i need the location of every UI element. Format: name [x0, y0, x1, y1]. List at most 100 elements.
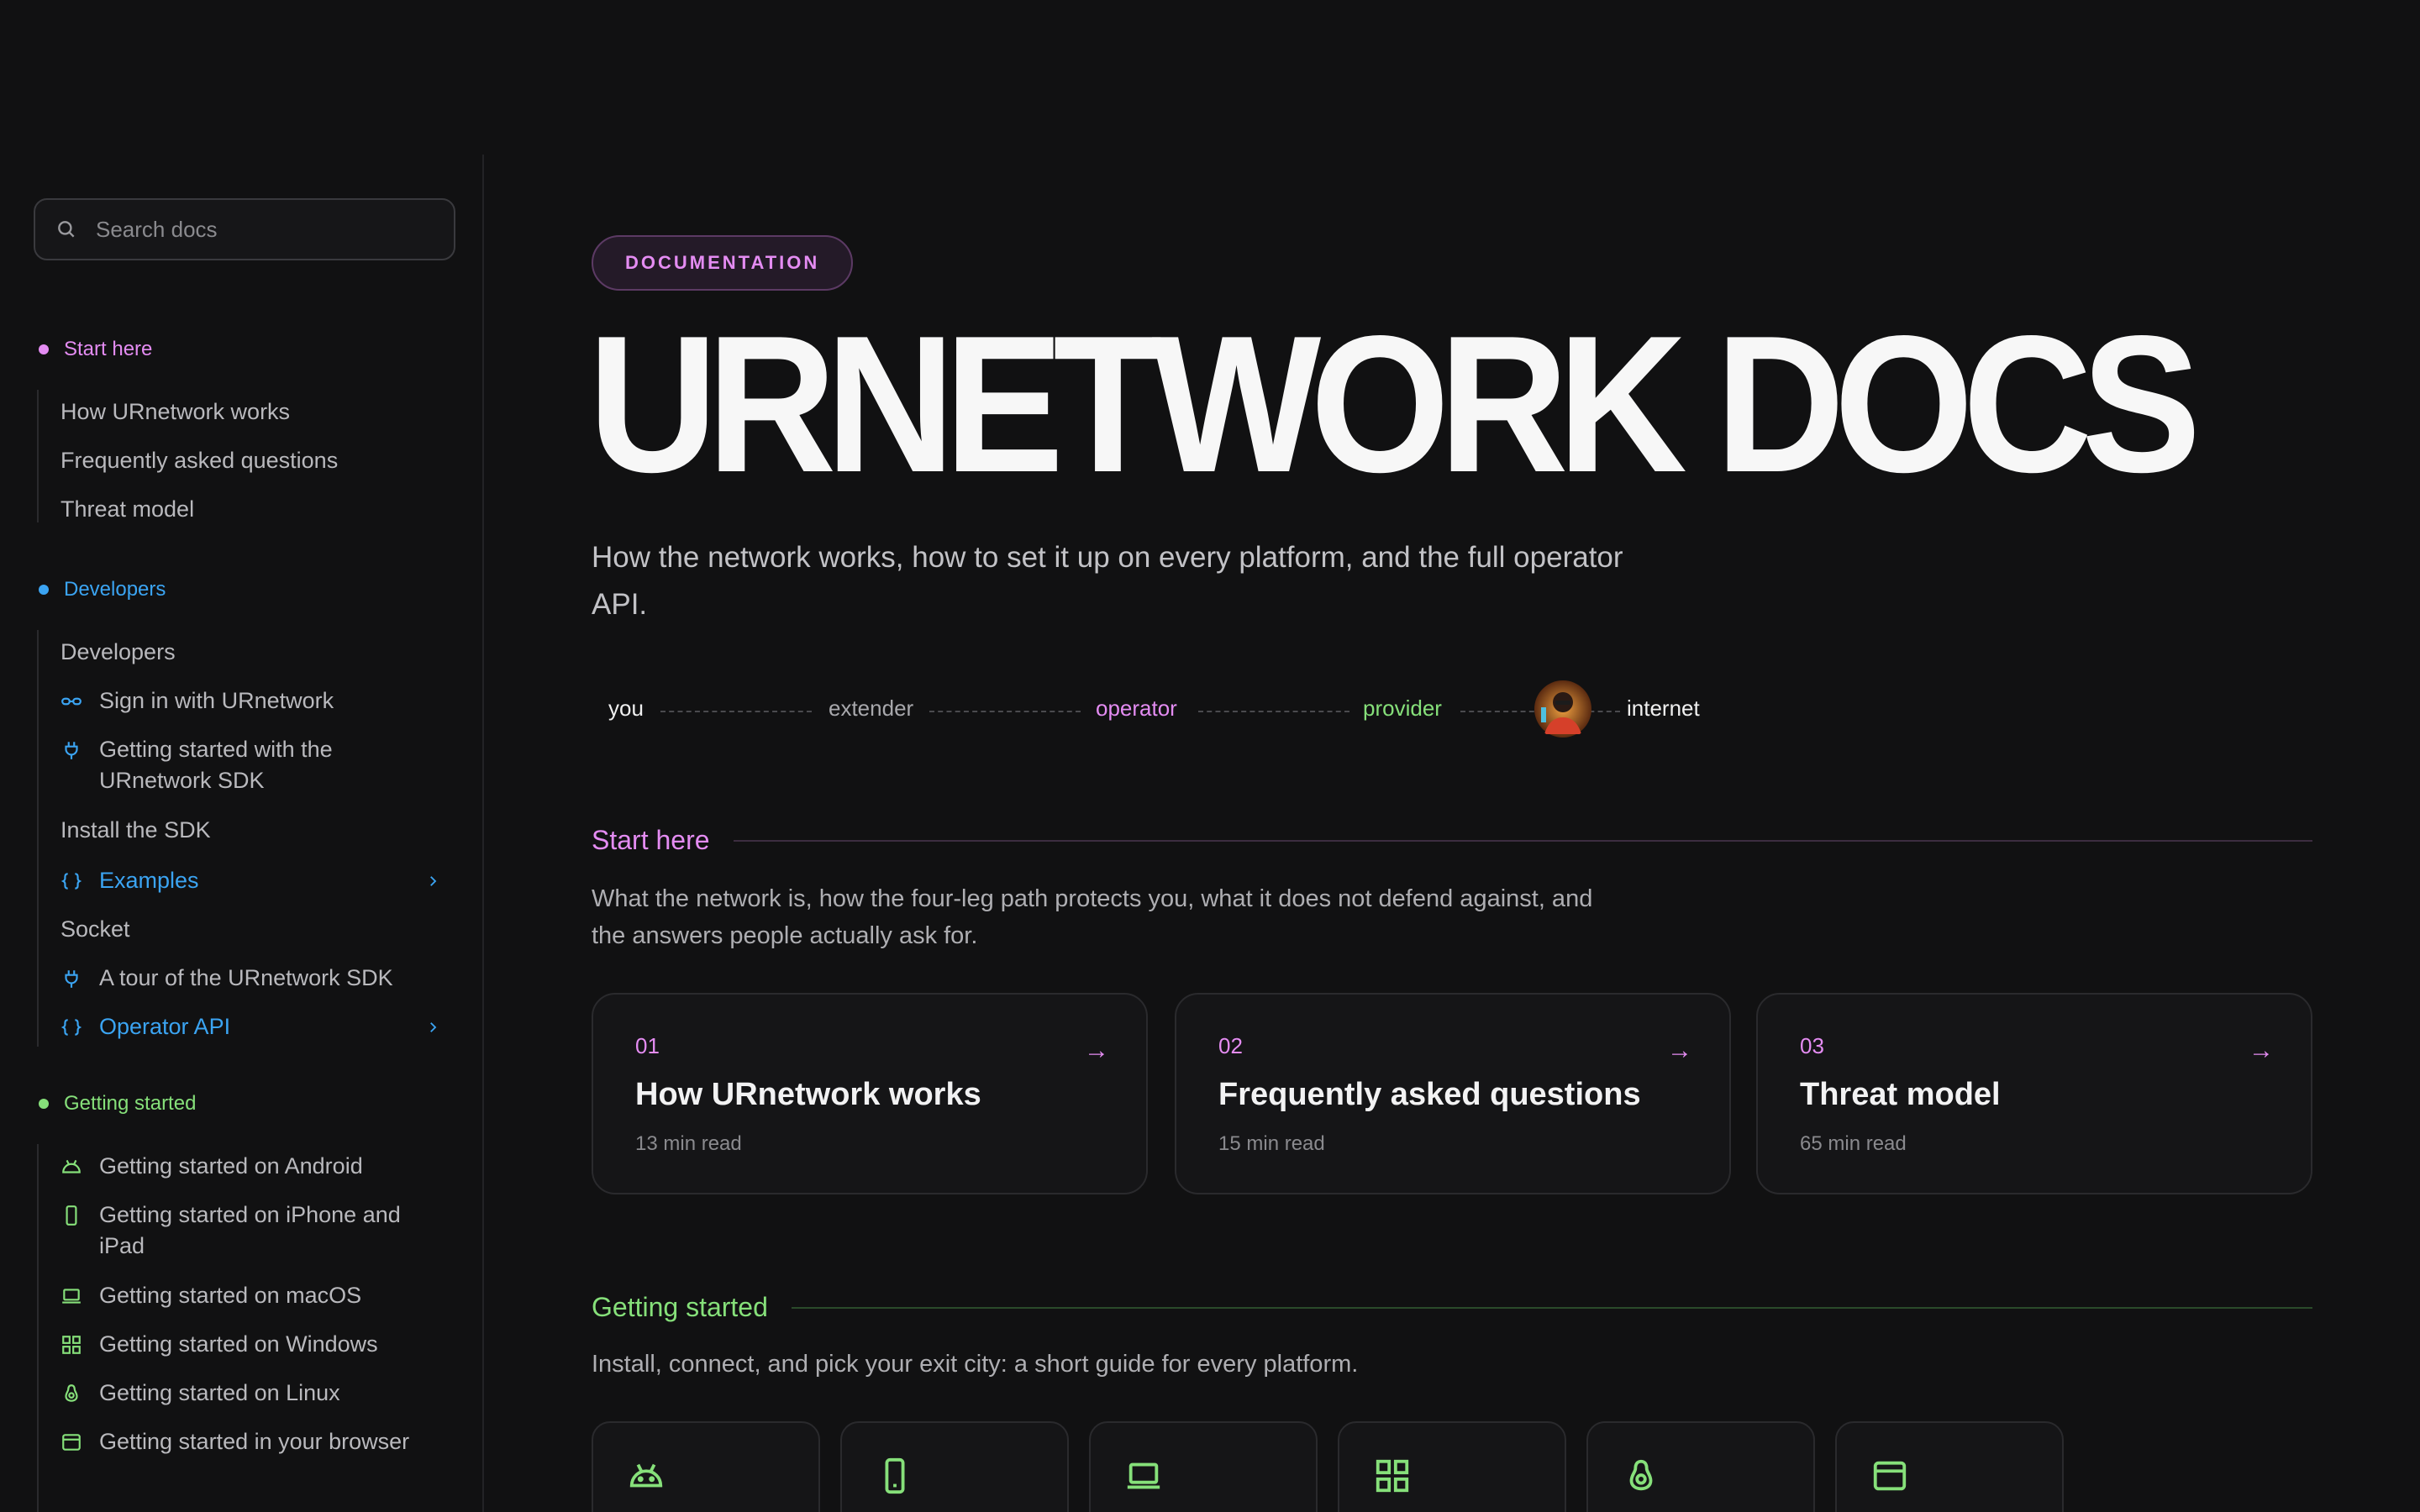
sidebar-item-install-sdk[interactable]: Install the SDK [60, 815, 455, 846]
sidebar-item-sign-in[interactable]: Sign in with URnetwork [60, 685, 455, 717]
doc-card-threat-model[interactable]: 03 → Threat model 65 min read [1756, 993, 2312, 1194]
card-read-time: 15 min read [1218, 1132, 1325, 1155]
platform-card-windows[interactable] [1338, 1421, 1566, 1512]
group-dot [39, 585, 49, 595]
group-dot [39, 1099, 49, 1109]
linux-icon [1629, 1459, 1653, 1491]
path-node-provider: provider [1363, 696, 1442, 721]
sidebar-item-sdk-getting-started[interactable]: Getting started with the URnetwork SDK [60, 734, 455, 796]
sidebar-item-label: Getting started on Linux [99, 1380, 340, 1405]
search-icon [58, 221, 75, 238]
browser-icon [1873, 1461, 1907, 1491]
doc-card-how-urnetwork-works[interactable]: 01 → How URnetwork works 13 min read [592, 993, 1148, 1194]
sidebar-item-operator-api[interactable]: Operator API [60, 1011, 455, 1042]
avatar [1534, 680, 1591, 738]
sidebar-group-getting-started[interactable]: Getting started [39, 1092, 196, 1116]
platform-card-linux[interactable] [1586, 1421, 1815, 1512]
sidebar-item-label: A tour of the URnetwork SDK [99, 965, 393, 990]
documentation-badge: DOCUMENTATION [592, 235, 854, 291]
section-description: Install, connect, and pick your exit cit… [592, 1351, 1359, 1378]
browser-icon [60, 1426, 99, 1457]
platform-card-browser[interactable] [1835, 1421, 2064, 1512]
linux-icon [60, 1378, 99, 1409]
windows-icon [60, 1329, 99, 1360]
phone-icon [885, 1457, 905, 1494]
arrow-right-icon: → [2249, 1037, 2274, 1064]
path-connector [660, 711, 812, 712]
sidebar-item-sdk-tour[interactable]: A tour of the URnetwork SDK [60, 963, 455, 994]
sidebar-item-label: Install the SDK [60, 817, 211, 843]
link-icon [60, 685, 99, 717]
sidebar-item-label: Getting started on macOS [99, 1283, 362, 1308]
card-title: Frequently asked questions [1218, 1077, 1641, 1112]
group-dot [39, 344, 49, 354]
card-title: How URnetwork works [635, 1077, 981, 1112]
sidebar-item-label: Getting started on iPhone and iPad [99, 1202, 401, 1258]
sidebar-item-windows[interactable]: Getting started on Windows [60, 1329, 455, 1360]
android-icon [60, 1151, 99, 1182]
chevron-right-icon[interactable] [425, 865, 440, 896]
section-heading-getting-started: Getting started [592, 1292, 2312, 1323]
platform-card-android[interactable] [592, 1421, 820, 1512]
sidebar-item-label: Getting started in your browser [99, 1429, 410, 1454]
section-title: Start here [592, 825, 710, 855]
sidebar-item-examples[interactable]: Examples [60, 865, 455, 896]
sidebar-group-label: Start here [64, 338, 153, 360]
network-path-diagram: you extender operator provider internet [592, 675, 1718, 743]
sidebar-item-label: Getting started with the URnetwork SDK [99, 737, 333, 793]
card-read-time: 65 min read [1800, 1132, 1907, 1155]
android-icon [629, 1463, 663, 1488]
platform-card-iphone[interactable] [840, 1421, 1069, 1512]
search-input[interactable] [96, 216, 432, 243]
sidebar-item-label: Getting started on Android [99, 1153, 363, 1179]
sidebar-item-developers[interactable]: Developers [60, 637, 455, 668]
sidebar-item-iphone[interactable]: Getting started on iPhone and iPad [60, 1200, 455, 1262]
page-title: URNETWORK DOCS [588, 296, 2201, 513]
braces-icon [60, 1011, 99, 1042]
section-divider [733, 839, 2312, 842]
path-connector [1198, 711, 1349, 712]
sidebar-item-label: Operator API [99, 1014, 231, 1039]
sidebar-group-label: Getting started [64, 1092, 197, 1115]
sidebar-group-start-here-items: How URnetwork works Frequently asked que… [37, 390, 449, 522]
sidebar: Start here How URnetwork works Frequentl… [0, 155, 484, 1512]
sidebar-item-label: How URnetwork works [60, 399, 291, 424]
sidebar-item-linux[interactable]: Getting started on Linux [60, 1378, 455, 1409]
arrow-right-icon: → [1084, 1037, 1109, 1064]
sidebar-item-label: Examples [99, 868, 199, 893]
path-connector [929, 711, 1081, 712]
sidebar-item-threat-model[interactable]: Threat model [60, 494, 455, 525]
sidebar-item-android[interactable]: Getting started on Android [60, 1151, 455, 1182]
laptop-icon [1127, 1462, 1160, 1489]
sidebar-group-start-here[interactable]: Start here [39, 338, 152, 361]
card-read-time: 13 min read [635, 1132, 742, 1155]
path-node-extender: extender [829, 696, 914, 721]
sidebar-group-label: Developers [64, 578, 166, 601]
sidebar-item-label: Sign in with URnetwork [99, 688, 334, 713]
sidebar-group-getting-started-items: Getting started on Android Getting start… [37, 1144, 449, 1512]
plug-icon [60, 963, 99, 994]
chevron-right-icon[interactable] [425, 1011, 440, 1042]
windows-icon [1376, 1459, 1409, 1493]
phone-icon [60, 1200, 99, 1231]
sidebar-item-socket[interactable]: Socket [60, 914, 455, 945]
card-title: Threat model [1800, 1077, 2001, 1112]
arrow-right-icon: → [1667, 1037, 1692, 1064]
section-title: Getting started [592, 1292, 768, 1322]
laptop-icon [60, 1280, 99, 1311]
sidebar-group-developers[interactable]: Developers [39, 578, 166, 601]
sidebar-item-browser[interactable]: Getting started in your browser [60, 1426, 455, 1457]
sidebar-item-faq[interactable]: Frequently asked questions [60, 445, 455, 476]
card-number: 02 [1218, 1033, 1243, 1058]
sidebar-item-macos[interactable]: Getting started on macOS [60, 1280, 455, 1311]
card-number: 03 [1800, 1033, 1824, 1058]
section-divider [791, 1306, 2312, 1309]
braces-icon [60, 865, 99, 896]
page-lead: How the network works, how to set it up … [592, 541, 1623, 621]
platform-card-macos[interactable] [1089, 1421, 1318, 1512]
search-box[interactable] [34, 198, 455, 260]
sidebar-item-label: Threat model [60, 496, 195, 522]
doc-card-faq[interactable]: 02 → Frequently asked questions 15 min r… [1175, 993, 1731, 1194]
sidebar-item-label: Socket [60, 916, 130, 942]
sidebar-item-how-urnetwork-works[interactable]: How URnetwork works [60, 396, 455, 428]
